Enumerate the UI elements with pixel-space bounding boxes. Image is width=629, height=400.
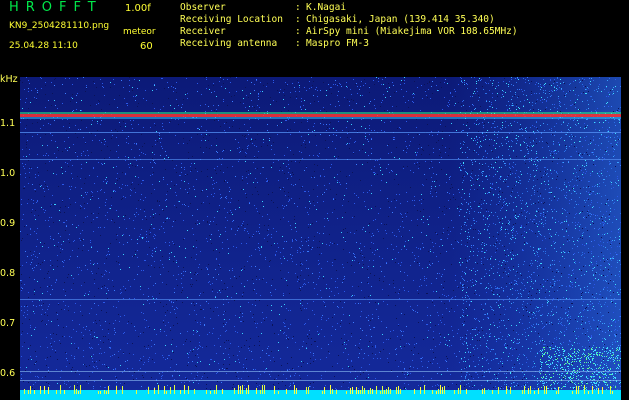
app-version: 1.00f xyxy=(125,3,151,14)
y-tick-label: 0.6 xyxy=(0,368,16,379)
harmonic-line xyxy=(20,132,621,133)
harmonic-line xyxy=(20,371,621,372)
meteor-label: meteor xyxy=(123,27,156,37)
carrier-line xyxy=(20,114,621,117)
info-colon: : xyxy=(295,26,301,37)
harmonic-line xyxy=(20,380,621,381)
spectrogram-glow xyxy=(450,77,621,400)
y-tick-label: 1.1 xyxy=(0,118,16,129)
harmonic-line xyxy=(20,299,621,300)
y-tick-label: 1.0 xyxy=(0,168,16,179)
info-value-observer: K.Nagai xyxy=(306,2,347,13)
y-tick-label: 0.8 xyxy=(0,268,16,279)
info-value-antenna: Maspro FM-3 xyxy=(306,38,369,49)
date-time: 25.04.28 11:10 xyxy=(9,41,78,51)
file-name: KN9_2504281110.png xyxy=(9,21,110,31)
info-value-receiver: AirSpy mini (Miakejima VOR 108.65MHz) xyxy=(306,26,518,37)
info-colon: : xyxy=(295,38,301,49)
spectrogram-plot xyxy=(20,77,621,400)
info-colon: : xyxy=(295,14,301,25)
spectrogram-canvas xyxy=(20,77,621,400)
info-label-location: Receiving Location xyxy=(180,14,283,25)
info-label-receiver: Receiver xyxy=(180,26,226,37)
y-axis-unit: kHz xyxy=(0,74,18,85)
carrier-halo xyxy=(20,112,621,114)
info-label-antenna: Receiving antenna xyxy=(180,38,278,49)
info-colon: : xyxy=(295,2,301,13)
y-tick-label: 0.7 xyxy=(0,318,16,329)
carrier-halo xyxy=(20,117,621,119)
y-tick-label: 0.9 xyxy=(0,218,16,229)
info-value-location: Chigasaki, Japan (139.414 35.340) xyxy=(306,14,495,25)
info-label-observer: Observer xyxy=(180,2,226,13)
harmonic-line xyxy=(20,159,621,160)
app-title: HROFFT xyxy=(9,0,103,15)
meteor-count: 60 xyxy=(140,41,153,52)
